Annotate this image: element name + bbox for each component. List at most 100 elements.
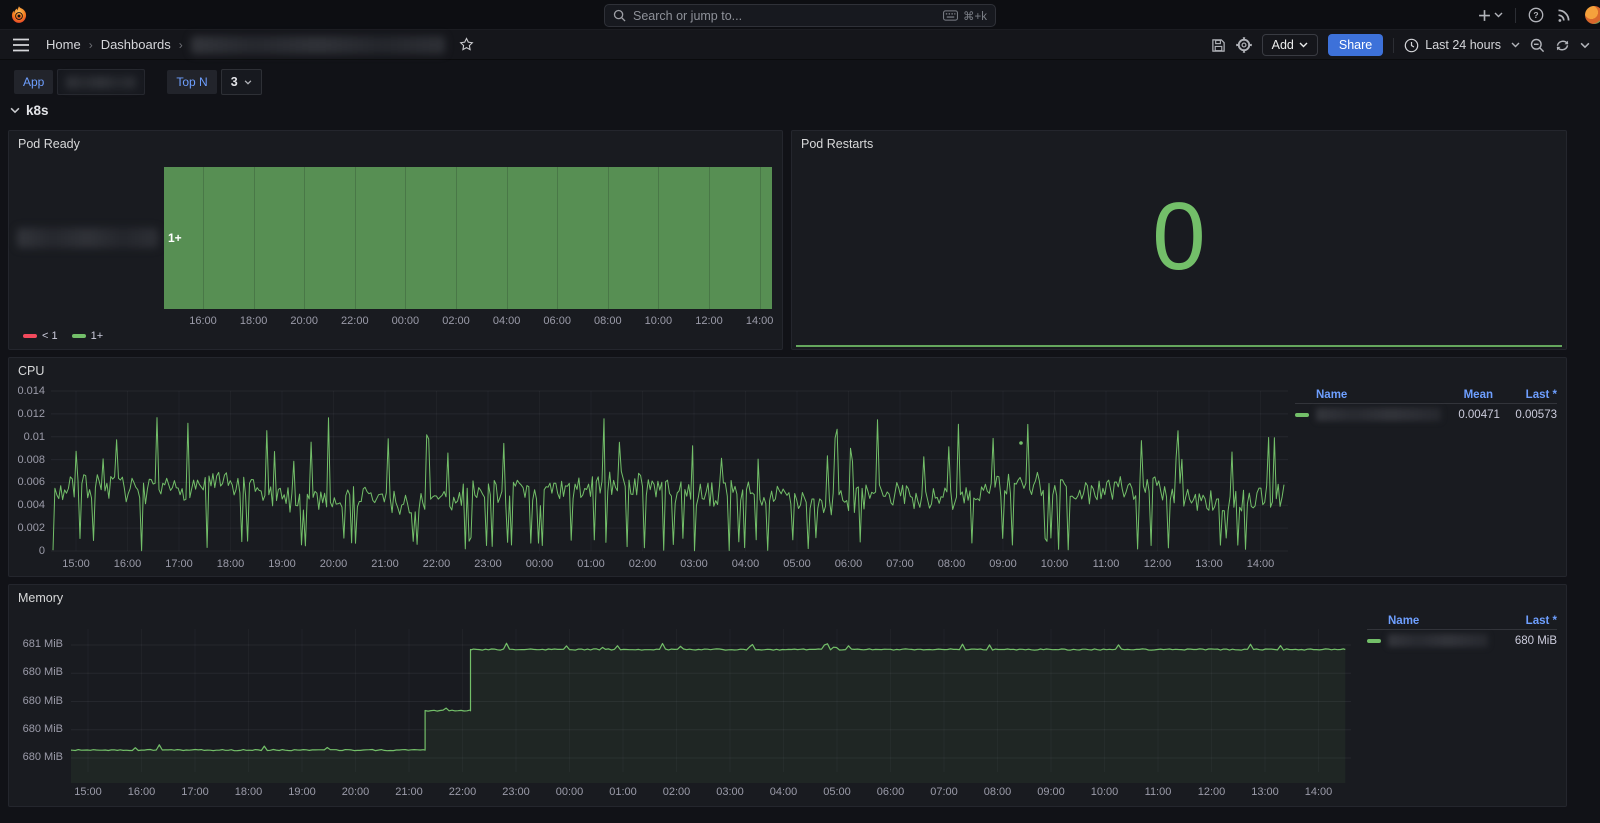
- row-header-k8s[interactable]: k8s: [10, 103, 49, 118]
- svg-text:?: ?: [1533, 10, 1538, 20]
- axis-tick-label: 04:00: [731, 558, 760, 570]
- news-button[interactable]: [1556, 7, 1572, 23]
- help-button[interactable]: ?: [1528, 7, 1544, 23]
- legend-item-lt1[interactable]: < 1: [23, 330, 58, 342]
- user-avatar[interactable]: [1584, 0, 1600, 30]
- axis-tick-label: 16:00: [189, 315, 217, 327]
- axis-tick-label: 17:00: [165, 558, 193, 570]
- refresh-interval-dropdown[interactable]: [1580, 42, 1590, 49]
- panel-cpu[interactable]: CPU 0.014 0.012 0.01 0.008 0.006 0.004 0.002 0 …: [8, 357, 1567, 577]
- grafana-dashboard: Search or jump to... ⌘+k ? Home › Dashbo…: [0, 0, 1600, 823]
- axis-tick-label: 681 MiB: [22, 638, 63, 650]
- axis-tick-label: 09:00: [989, 558, 1017, 570]
- top-nav-bar: Search or jump to... ⌘+k ?: [0, 0, 1600, 30]
- zoom-out-time-button[interactable]: [1530, 38, 1545, 53]
- panel-pod-restarts[interactable]: Pod Restarts 0: [791, 130, 1567, 350]
- axis-tick-label: 680 MiB: [22, 666, 63, 679]
- axis-tick-label: 19:00: [268, 558, 296, 570]
- legend-swatch-green: [71, 334, 86, 338]
- axis-tick-label: 02:00: [628, 558, 657, 570]
- axis-tick-label: 21:00: [395, 786, 423, 798]
- memory-time-series-plot[interactable]: [71, 615, 1351, 787]
- axis-tick-label: 02:00: [662, 786, 691, 798]
- breadcrumb-current-redacted: [190, 35, 445, 54]
- axis-tick-label: 20:00: [341, 786, 370, 798]
- legend-swatch-green: [1295, 412, 1309, 417]
- axis-tick-label: 07:00: [886, 558, 914, 570]
- legend-series-name-redacted: [1388, 634, 1488, 647]
- question-circle-icon: ?: [1528, 7, 1544, 23]
- breadcrumb-dashboards[interactable]: Dashboards: [101, 37, 171, 52]
- menu-toggle-button[interactable]: [12, 38, 30, 52]
- variable-value-app[interactable]: [57, 69, 146, 95]
- zoom-out-icon: [1530, 38, 1545, 52]
- variable-label-app: App: [14, 70, 54, 94]
- add-panel-button[interactable]: Add: [1261, 34, 1318, 56]
- search-bar[interactable]: Search or jump to... ⌘+k: [604, 4, 996, 27]
- axis-tick-label: 09:00: [1037, 786, 1065, 798]
- legend-series-row[interactable]: 0.00471 0.00573: [1295, 406, 1557, 423]
- axis-tick-label: 03:00: [716, 786, 744, 798]
- grafana-logo-icon[interactable]: [9, 5, 29, 25]
- timeline-value-label: 1+: [168, 231, 182, 245]
- breadcrumb-home[interactable]: Home: [46, 37, 81, 52]
- axis-tick-label: 15:00: [74, 786, 102, 798]
- grid-line: [354, 167, 356, 309]
- refresh-dashboard-button[interactable]: [1555, 38, 1570, 53]
- dashboard-settings-button[interactable]: [1235, 37, 1252, 53]
- axis-tick-label: 21:00: [371, 558, 399, 570]
- axis-tick-label: 680 MiB: [22, 694, 63, 707]
- axis-tick-label: 08:00: [594, 315, 622, 327]
- stat-value: 0: [1152, 183, 1206, 290]
- legend-item-1plus[interactable]: 1+: [71, 330, 103, 342]
- axis-tick-label: 16:00: [113, 558, 142, 570]
- save-icon: [1211, 38, 1225, 52]
- legend-series-row[interactable]: 680 MiB: [1367, 632, 1557, 649]
- rss-icon: [1558, 9, 1570, 22]
- chevron-down-icon: [1494, 12, 1503, 18]
- panel-title[interactable]: Memory: [18, 591, 63, 605]
- legend-swatch-green: [1367, 638, 1381, 643]
- add-menu-button[interactable]: [1478, 9, 1503, 22]
- chevron-right-icon: ›: [178, 37, 183, 52]
- axis-tick-label: 00:00: [525, 558, 554, 570]
- panel-memory[interactable]: Memory 681 MiB 680 MiB 680 MiB 680 MiB 680 M…: [8, 584, 1567, 807]
- cpu-legend-table: Name Mean Last * 0.00471 0.00573: [1295, 387, 1557, 423]
- axis-tick-label: 13:00: [1251, 786, 1279, 798]
- stat-sparkline: [796, 345, 1562, 347]
- axis-tick-label: 14:00: [1246, 558, 1275, 570]
- avatar: [1585, 6, 1600, 24]
- legend-header-row: Name Mean Last *: [1295, 387, 1557, 404]
- axis-tick-label: 04:00: [769, 786, 798, 798]
- grid-line: [557, 167, 559, 309]
- panel-title[interactable]: Pod Ready: [18, 137, 80, 151]
- panel-title[interactable]: CPU: [18, 364, 44, 378]
- keyboard-icon: [943, 10, 958, 21]
- panel-title[interactable]: Pod Restarts: [801, 137, 873, 151]
- share-button[interactable]: Share: [1327, 34, 1384, 56]
- favorite-star-button[interactable]: [459, 37, 474, 52]
- memory-legend-table: Name Last * 680 MiB: [1367, 613, 1557, 649]
- axis-tick-label: 03:00: [680, 558, 708, 570]
- axis-tick-label: 12:00: [1197, 786, 1226, 798]
- panel-pod-ready[interactable]: Pod Ready 1+ 16:00 18:00 20:00 22:00 00:00 02…: [8, 130, 783, 350]
- axis-tick-label: 08:00: [937, 558, 966, 570]
- cpu-time-series-plot[interactable]: [51, 385, 1288, 557]
- axis-tick-label: 19:00: [288, 786, 316, 798]
- legend-series-name-redacted: [1316, 408, 1441, 421]
- axis-tick-label: 0.004: [17, 499, 45, 512]
- legend-last-value: 0.00573: [1515, 408, 1557, 421]
- axis-tick-label: 0.002: [17, 522, 45, 535]
- axis-tick-label: 0.008: [17, 453, 45, 466]
- divider: [1515, 7, 1516, 23]
- axis-tick-label: 16:00: [127, 786, 156, 798]
- axis-tick-label: 10:00: [1040, 558, 1069, 570]
- axis-tick-label: 17:00: [181, 786, 209, 798]
- grid-line: [658, 167, 660, 309]
- time-range-picker[interactable]: Last 24 hours: [1404, 38, 1520, 53]
- state-timeline-segment[interactable]: 1+: [164, 167, 772, 309]
- save-dashboard-button[interactable]: [1211, 38, 1226, 53]
- axis-tick-label: 18:00: [239, 315, 268, 327]
- variable-value-topn[interactable]: 3: [220, 69, 262, 95]
- grid-line: [456, 167, 457, 309]
